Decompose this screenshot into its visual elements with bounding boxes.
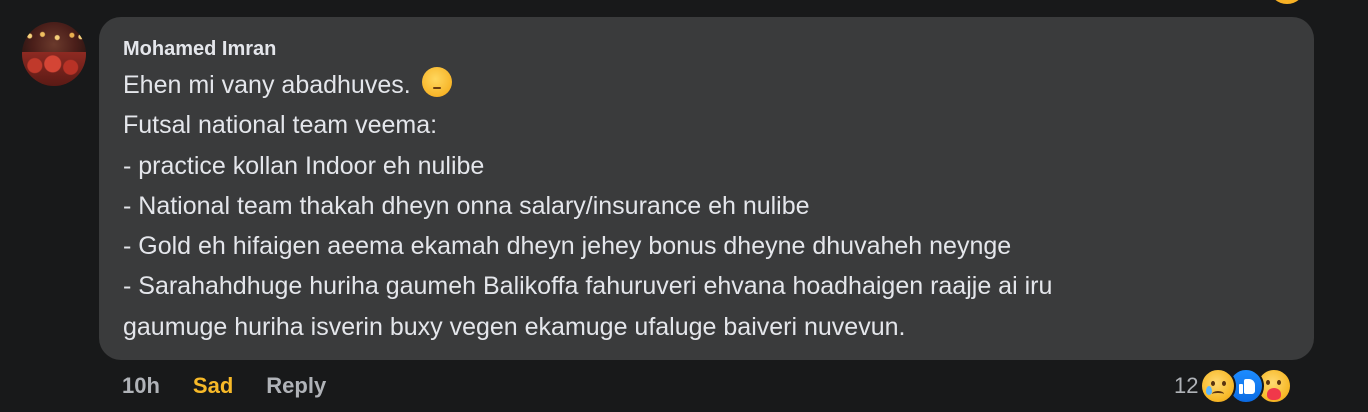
comment-line: Futsal national team veema: (123, 111, 438, 140)
avatar-lights (22, 28, 86, 44)
comment-line: - National team thakah dheyn onna salary… (123, 191, 810, 220)
comment-line: - Sarahahdhuge huriha gaumeh Balikoffa f… (123, 272, 1053, 301)
reaction-icons (1200, 368, 1293, 404)
reaction-summary[interactable]: 12 (1174, 366, 1293, 406)
reaction-count: 12 (1174, 373, 1199, 398)
sad-reaction-icon (1200, 368, 1237, 404)
comment-text: Ehen mi vany abadhuves. Futsal national … (123, 65, 1290, 347)
comment-line: Ehen mi vany abadhuves. (123, 65, 1290, 105)
comment-actions: 10h Sad Reply (122, 372, 326, 400)
comment-thread: Mohamed Imran Ehen mi vany abadhuves. Fu… (0, 0, 1368, 412)
tear-icon (1206, 386, 1213, 395)
comment-timestamp[interactable]: 10h (122, 373, 160, 399)
comment-line: - Gold eh hifaigen aeema ekamah dheyn je… (123, 232, 1012, 261)
partial-reaction-icon (1270, 0, 1304, 4)
avatar-crowd (22, 52, 86, 86)
comment-line: - practice kollan Indoor eh nulibe (123, 151, 485, 180)
reaction-sad-button[interactable]: Sad (193, 373, 233, 399)
comment-bubble: Mohamed Imran Ehen mi vany abadhuves. Fu… (99, 17, 1314, 360)
comment-author[interactable]: Mohamed Imran (123, 35, 276, 63)
avatar[interactable] (22, 22, 86, 86)
comment-line: gaumuge huriha isverin buxy vegen ekamug… (123, 312, 906, 341)
pensive-face-emoji-icon (421, 67, 452, 97)
comment-line-text: Ehen mi vany abadhuves. (123, 71, 411, 99)
reply-button[interactable]: Reply (266, 373, 326, 399)
